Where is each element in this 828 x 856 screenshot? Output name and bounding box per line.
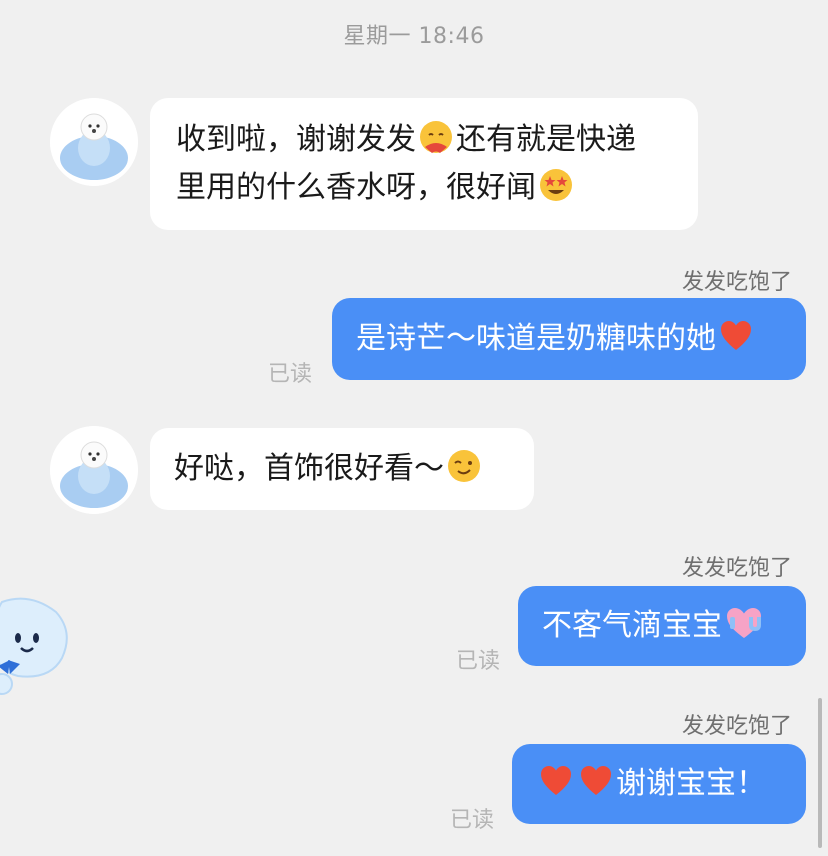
message-text: 是诗芒～味道是奶糖味的她: [356, 321, 716, 356]
contact-avatar[interactable]: [50, 98, 138, 186]
message-text: 里用的什么香水呀，很好闻: [176, 170, 536, 205]
red-heart-emoji-icon: [718, 318, 754, 354]
message-line: 收到啦，谢谢发发 还有就是快递: [176, 116, 672, 164]
red-heart-emoji-icon: [578, 763, 614, 799]
hugging-face-emoji-icon: [418, 119, 454, 155]
mascot-sticker-icon[interactable]: [0, 592, 72, 704]
message-line: 不客气滴宝宝: [542, 602, 782, 650]
message-text: 还有就是快递: [456, 122, 636, 157]
message-line: 里用的什么香水呀，很好闻: [176, 164, 672, 212]
chat-timestamp: 星期一 18:46: [343, 24, 485, 49]
read-receipt: 已读: [268, 362, 313, 387]
read-receipt: 已读: [456, 649, 501, 674]
message-text: 谢谢宝宝！: [616, 766, 766, 801]
message-bubble-outgoing[interactable]: 谢谢宝宝！: [512, 744, 806, 824]
message-text: 好哒，首饰很好看～: [174, 451, 444, 486]
message-bubble-incoming[interactable]: 好哒，首饰很好看～: [150, 428, 534, 510]
sender-name: 发发吃饱了: [681, 714, 792, 739]
message-bubble-outgoing[interactable]: 不客气滴宝宝: [518, 586, 806, 666]
message-text: 不客气滴宝宝: [542, 608, 722, 643]
scrollbar-thumb[interactable]: [818, 698, 822, 848]
star-struck-emoji-icon: [538, 167, 574, 203]
message-bubble-outgoing[interactable]: 是诗芒～味道是奶糖味的她: [332, 298, 806, 380]
message-line: 好哒，首饰很好看～: [174, 445, 510, 493]
message-line: 谢谢宝宝！: [536, 760, 782, 808]
contact-avatar[interactable]: [50, 426, 138, 514]
winking-face-emoji-icon: [446, 448, 482, 484]
message-text: 收到啦，谢谢发发: [176, 122, 416, 157]
i-love-you-heart-emoji-icon: [724, 605, 764, 641]
sender-name: 发发吃饱了: [681, 556, 792, 581]
message-line: 是诗芒～味道是奶糖味的她: [356, 315, 782, 363]
red-heart-emoji-icon: [538, 763, 574, 799]
read-receipt: 已读: [450, 808, 495, 833]
sender-name: 发发吃饱了: [681, 270, 792, 295]
message-bubble-incoming[interactable]: 收到啦，谢谢发发 还有就是快递 里用的什么香水呀，很好闻: [150, 98, 698, 230]
